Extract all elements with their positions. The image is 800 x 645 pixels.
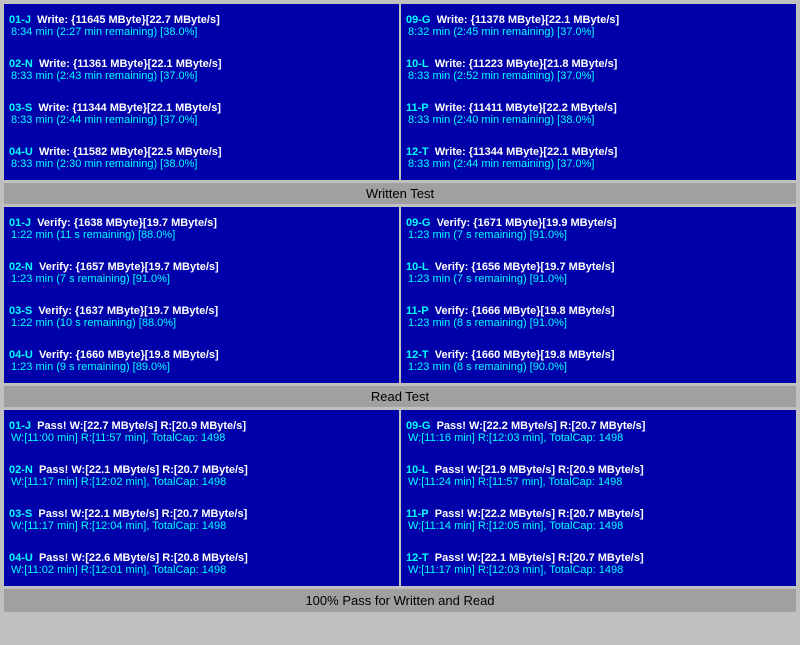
verify-dev-09g: 09-G <box>406 217 430 229</box>
read-dev-04u: 04-U <box>9 552 33 564</box>
verify-dev-03s: 03-S <box>9 305 32 317</box>
write-cell-09g: 09-G Write: {11378 MByte}[22.1 MByte/s] … <box>401 4 796 48</box>
read-cell-12t: 12-T Pass! W:[22.1 MByte/s] R:[20.7 MByt… <box>401 542 796 586</box>
read-dev-10l: 10-L <box>406 464 429 476</box>
dev-id-03s: 03-S <box>9 102 32 114</box>
dev-id-11p: 11-P <box>406 102 429 114</box>
read-cell-10l: 10-L Pass! W:[21.9 MByte/s] R:[20.9 MByt… <box>401 454 796 498</box>
dev-id-09g: 09-G <box>406 14 430 26</box>
read-cell-04u: 04-U Pass! W:[22.6 MByte/s] R:[20.8 MByt… <box>4 542 399 586</box>
dev-id-04u: 04-U <box>9 146 33 158</box>
read-row-1: 01-J Pass! W:[22.7 MByte/s] R:[20.9 MByt… <box>4 410 796 454</box>
verify-row-1: 01-J Verify: {1638 MByte}[19.7 MByte/s] … <box>4 207 796 251</box>
read-dev-01j: 01-J <box>9 420 31 432</box>
verify-dev-11p: 11-P <box>406 305 429 317</box>
read-section: 01-J Pass! W:[22.7 MByte/s] R:[20.9 MByt… <box>4 410 796 586</box>
read-row-3: 03-S Pass! W:[22.1 MByte/s] R:[20.7 MByt… <box>4 498 796 542</box>
write-cell-12t: 12-T Write: {11344 MByte}[22.1 MByte/s] … <box>401 136 796 180</box>
write-row-2: 02-N Write: {11361 MByte}[22.1 MByte/s] … <box>4 48 796 92</box>
write-cell-10l: 10-L Write: {11223 MByte}[21.8 MByte/s] … <box>401 48 796 92</box>
read-cell-02n: 02-N Pass! W:[22.1 MByte/s] R:[20.7 MByt… <box>4 454 399 498</box>
verify-cell-02n: 02-N Verify: {1657 MByte}[19.7 MByte/s] … <box>4 251 399 295</box>
write-row-1: 01-J Write: {11645 MByte}[22.7 MByte/s] … <box>4 4 796 48</box>
read-row-2: 02-N Pass! W:[22.1 MByte/s] R:[20.7 MByt… <box>4 454 796 498</box>
verify-dev-01j: 01-J <box>9 217 31 229</box>
dev-id-01j: 01-J <box>9 14 31 26</box>
verify-cell-10l: 10-L Verify: {1656 MByte}[19.7 MByte/s] … <box>401 251 796 295</box>
verify-dev-02n: 02-N <box>9 261 33 273</box>
verify-cell-01j: 01-J Verify: {1638 MByte}[19.7 MByte/s] … <box>4 207 399 251</box>
verify-row-2: 02-N Verify: {1657 MByte}[19.7 MByte/s] … <box>4 251 796 295</box>
dev-id-02n: 02-N <box>9 58 33 70</box>
read-dev-11p: 11-P <box>406 508 429 520</box>
dev-id-10l: 10-L <box>406 58 429 70</box>
write-cell-02n: 02-N Write: {11361 MByte}[22.1 MByte/s] … <box>4 48 399 92</box>
main-container: 01-J Write: {11645 MByte}[22.7 MByte/s] … <box>0 0 800 616</box>
write-cell-04u: 04-U Write: {11582 MByte}[22.5 MByte/s] … <box>4 136 399 180</box>
read-dev-03s: 03-S <box>9 508 32 520</box>
write-cell-11p: 11-P Write: {11411 MByte}[22.2 MByte/s] … <box>401 92 796 136</box>
write-section: 01-J Write: {11645 MByte}[22.7 MByte/s] … <box>4 4 796 180</box>
read-dev-12t: 12-T <box>406 552 429 564</box>
verify-cell-11p: 11-P Verify: {1666 MByte}[19.8 MByte/s] … <box>401 295 796 339</box>
read-row-4: 04-U Pass! W:[22.6 MByte/s] R:[20.8 MByt… <box>4 542 796 586</box>
read-dev-02n: 02-N <box>9 464 33 476</box>
write-row-4: 04-U Write: {11582 MByte}[22.5 MByte/s] … <box>4 136 796 180</box>
dev-id-12t: 12-T <box>406 146 429 158</box>
read-test-divider: Read Test <box>4 386 796 407</box>
read-cell-09g: 09-G Pass! W:[22.2 MByte/s] R:[20.7 MByt… <box>401 410 796 454</box>
verify-cell-09g: 09-G Verify: {1671 MByte}[19.9 MByte/s] … <box>401 207 796 251</box>
write-cell-03s: 03-S Write: {11344 MByte}[22.1 MByte/s] … <box>4 92 399 136</box>
verify-cell-12t: 12-T Verify: {1660 MByte}[19.8 MByte/s] … <box>401 339 796 383</box>
write-cell-01j: 01-J Write: {11645 MByte}[22.7 MByte/s] … <box>4 4 399 48</box>
write-row-3: 03-S Write: {11344 MByte}[22.1 MByte/s] … <box>4 92 796 136</box>
verify-section: 01-J Verify: {1638 MByte}[19.7 MByte/s] … <box>4 207 796 383</box>
read-dev-09g: 09-G <box>406 420 430 432</box>
read-cell-01j: 01-J Pass! W:[22.7 MByte/s] R:[20.9 MByt… <box>4 410 399 454</box>
verify-row-4: 04-U Verify: {1660 MByte}[19.8 MByte/s] … <box>4 339 796 383</box>
verify-dev-04u: 04-U <box>9 349 33 361</box>
verify-dev-10l: 10-L <box>406 261 429 273</box>
verify-cell-04u: 04-U Verify: {1660 MByte}[19.8 MByte/s] … <box>4 339 399 383</box>
verify-cell-03s: 03-S Verify: {1637 MByte}[19.7 MByte/s] … <box>4 295 399 339</box>
final-status: 100% Pass for Written and Read <box>4 589 796 612</box>
written-test-divider: Written Test <box>4 183 796 204</box>
read-cell-11p: 11-P Pass! W:[22.2 MByte/s] R:[20.7 MByt… <box>401 498 796 542</box>
verify-dev-12t: 12-T <box>406 349 429 361</box>
verify-row-3: 03-S Verify: {1637 MByte}[19.7 MByte/s] … <box>4 295 796 339</box>
read-cell-03s: 03-S Pass! W:[22.1 MByte/s] R:[20.7 MByt… <box>4 498 399 542</box>
